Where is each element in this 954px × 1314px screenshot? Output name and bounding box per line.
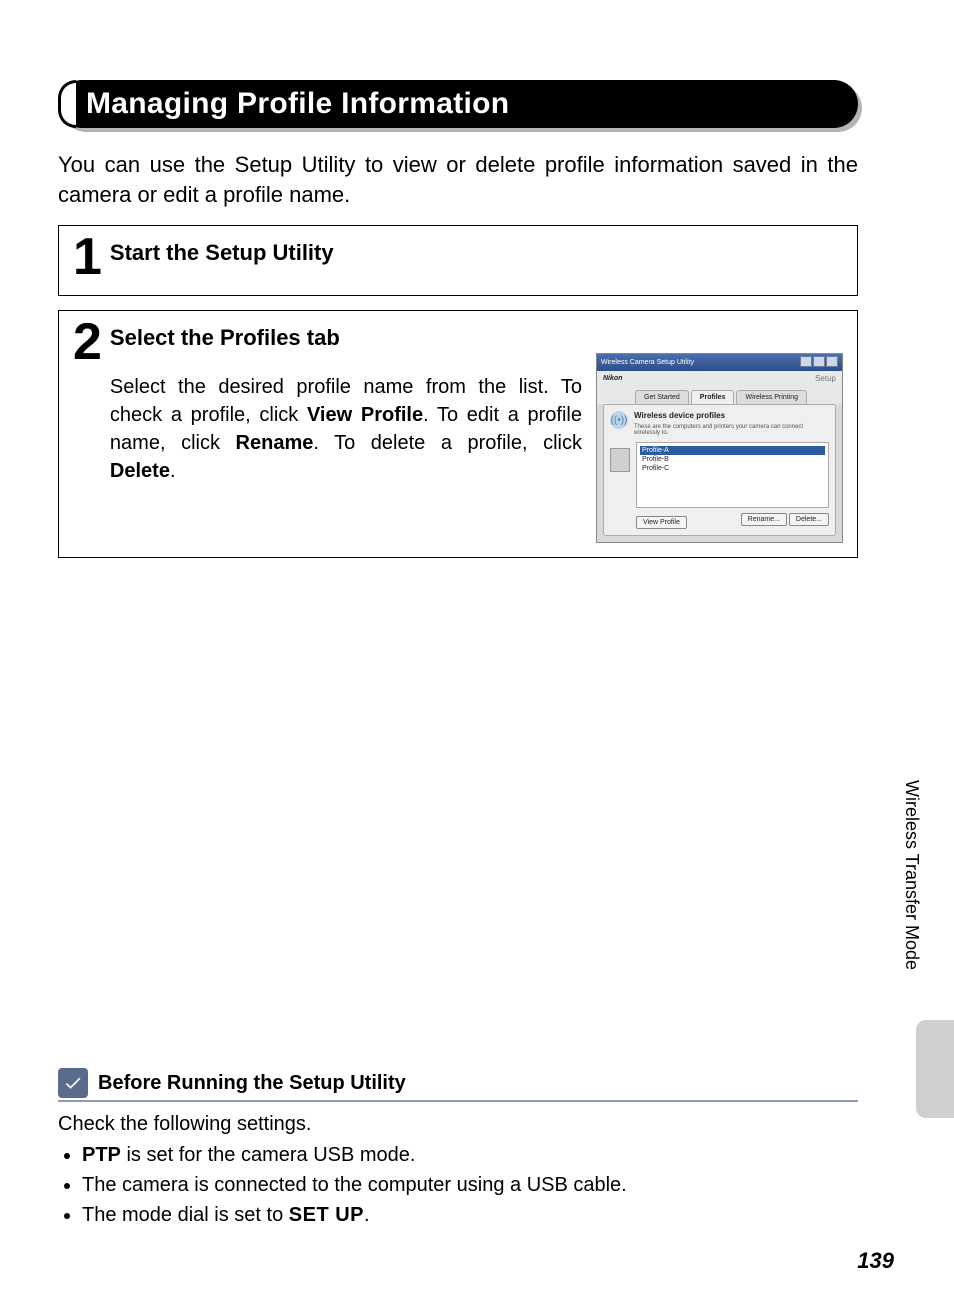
- note-block: Before Running the Setup Utility Check t…: [58, 1068, 858, 1231]
- rename-button[interactable]: Rename...: [741, 513, 787, 526]
- intro-paragraph: You can use the Setup Utility to view or…: [58, 150, 858, 209]
- list-item[interactable]: Profile-C: [640, 464, 825, 473]
- step-2: 2 Select the Profiles tab Select the des…: [58, 310, 858, 558]
- check-icon: [58, 1068, 88, 1098]
- step-1: 1 Start the Setup Utility: [58, 225, 858, 296]
- step-2-title: Select the Profiles tab: [110, 325, 843, 351]
- note-item: The camera is connected to the computer …: [82, 1171, 858, 1200]
- side-section-label: Wireless Transfer Mode: [901, 780, 922, 970]
- tab-get-started[interactable]: Get Started: [635, 390, 689, 404]
- list-item[interactable]: Profile-A: [640, 446, 825, 455]
- list-item[interactable]: Profile-B: [640, 455, 825, 464]
- panel-subtext: These are the computers and printers you…: [634, 424, 829, 436]
- note-item: PTP is set for the camera USB mode.: [82, 1141, 858, 1170]
- setup-label: Setup: [815, 374, 836, 383]
- delete-button[interactable]: Delete...: [789, 513, 829, 526]
- window-controls[interactable]: [799, 356, 838, 369]
- page-number: 139: [857, 1248, 894, 1274]
- tab-profiles[interactable]: Profiles: [691, 390, 735, 404]
- tab-wireless-printing[interactable]: Wireless Printing: [736, 390, 807, 404]
- step-2-text: Select the desired profile name from the…: [110, 373, 582, 523]
- wireless-icon: ((•)): [610, 411, 628, 429]
- side-thumb-tab: [916, 1020, 954, 1118]
- section-heading: Managing Profile Information: [58, 80, 858, 128]
- note-lead: Check the following settings.: [58, 1110, 858, 1139]
- dialog-title: Wireless Camera Setup Utility: [601, 359, 694, 366]
- note-title: Before Running the Setup Utility: [98, 1072, 406, 1095]
- step-2-number: 2: [73, 319, 102, 366]
- section-title: Managing Profile Information: [86, 87, 509, 121]
- brand-label: Nikon: [603, 375, 622, 382]
- step-1-title: Start the Setup Utility: [110, 240, 843, 266]
- step-1-number: 1: [73, 234, 102, 281]
- note-item: The mode dial is set to SET UP.: [82, 1201, 858, 1230]
- view-profile-button[interactable]: View Profile: [636, 516, 687, 529]
- profiles-dialog-screenshot: Wireless Camera Setup Utility Nikon Setu…: [596, 353, 843, 543]
- document-icon: [610, 448, 630, 472]
- panel-heading: Wireless device profiles: [634, 411, 829, 420]
- profiles-list[interactable]: Profile-A Profile-B Profile-C: [636, 442, 829, 508]
